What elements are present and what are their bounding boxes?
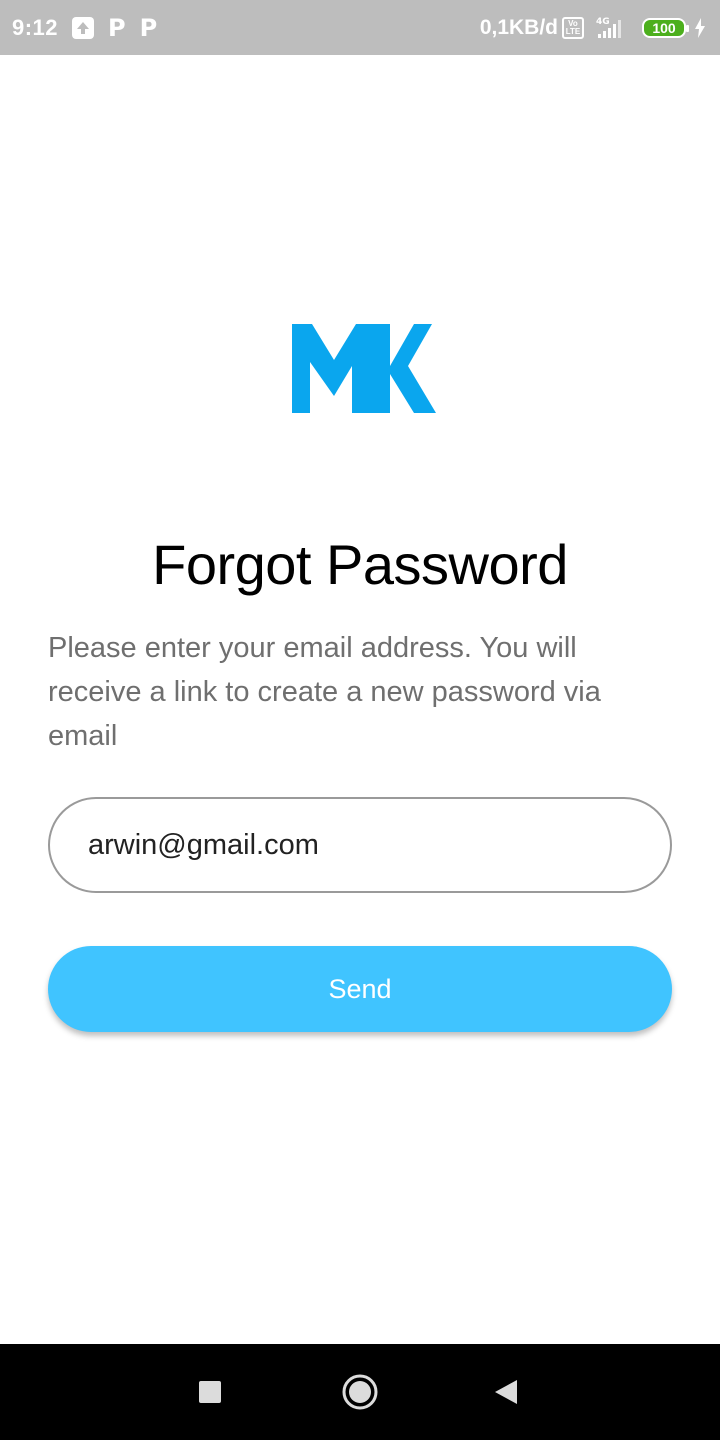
charge-icon [694,17,706,38]
network-speed: 0,1KB/d [479,15,558,39]
home-button[interactable] [330,1344,390,1440]
p-icon: P [108,13,126,42]
p-icon: P [139,13,158,42]
recent-apps-icon [199,1381,221,1403]
status-right: 0,1KB/d Vo LTE 4G 100 [480,16,706,40]
status-left: 9:12 P P [12,14,157,42]
instructions-text: Please enter your email address. You wil… [48,632,601,752]
battery-icon: 100 [642,17,689,38]
recent-apps-button[interactable] [180,1344,240,1440]
home-icon [342,1374,378,1410]
upload-icon [72,16,95,39]
navigation-bar [0,1344,720,1440]
volte-icon: Vo LTE [562,16,584,39]
network-type-label: 4G [596,17,610,27]
forgot-password-screen: 9:12 P P 0,1KB/d Vo LTE 4G 100 Forgot Pa… [0,0,720,1440]
send-button[interactable]: Send [48,946,672,1032]
volte-bottom-label: LTE [565,26,581,36]
back-icon [495,1380,517,1404]
email-field[interactable] [48,797,672,893]
page-title: Forgot Password [152,533,568,596]
status-time: 9:12 [12,14,59,40]
status-bar: 9:12 P P 0,1KB/d Vo LTE 4G 100 [0,0,720,55]
signal-icon: 4G [594,16,630,40]
back-button[interactable] [476,1344,536,1440]
mk-logo [290,322,438,415]
